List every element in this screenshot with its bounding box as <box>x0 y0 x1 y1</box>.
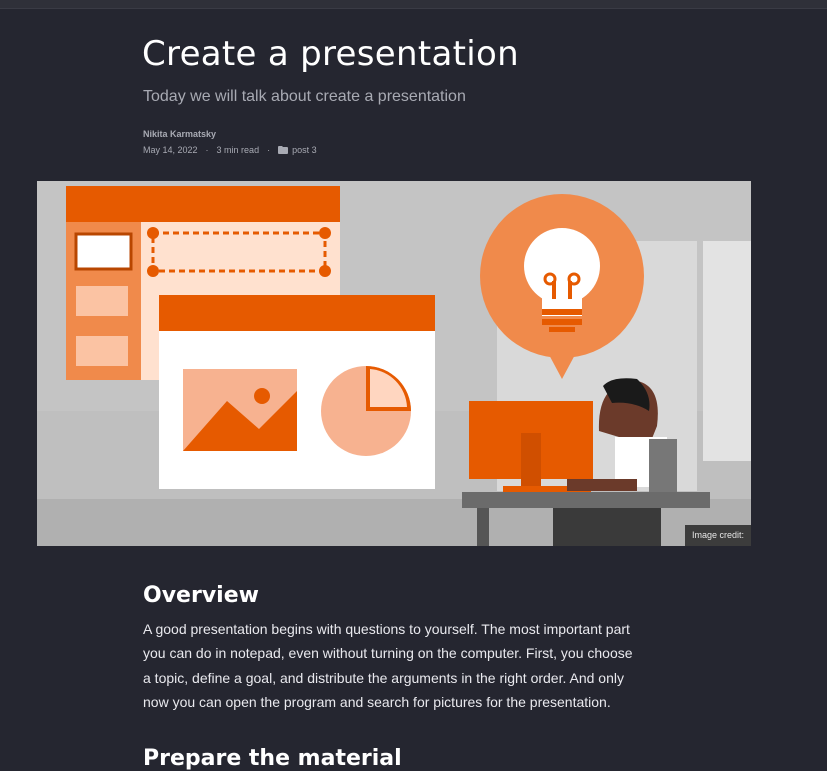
folder-icon <box>278 146 289 154</box>
page-title: Create a presentation <box>142 34 519 74</box>
meta-separator: · <box>267 145 271 155</box>
meta-separator: · <box>205 145 209 155</box>
author-link[interactable]: Nikita Karmatsky <box>143 129 216 139</box>
body-paragraph: A good presentation begins with question… <box>143 621 633 710</box>
category-link[interactable]: post 3 <box>278 145 317 155</box>
post-date: May 14, 2022 <box>143 145 198 155</box>
section-heading-overview: Overview <box>143 583 259 608</box>
top-navigation-bar <box>0 0 827 9</box>
presentation-illustration <box>37 181 751 546</box>
page-subtitle: Today we will talk about create a presen… <box>143 88 466 105</box>
read-time: 3 min read <box>216 145 260 155</box>
hero-image: Image credit: <box>37 181 751 546</box>
image-credit: Image credit: <box>684 525 751 546</box>
category-label: post 3 <box>292 145 317 155</box>
post-meta: May 14, 2022 · 3 min read · post 3 <box>143 145 317 155</box>
